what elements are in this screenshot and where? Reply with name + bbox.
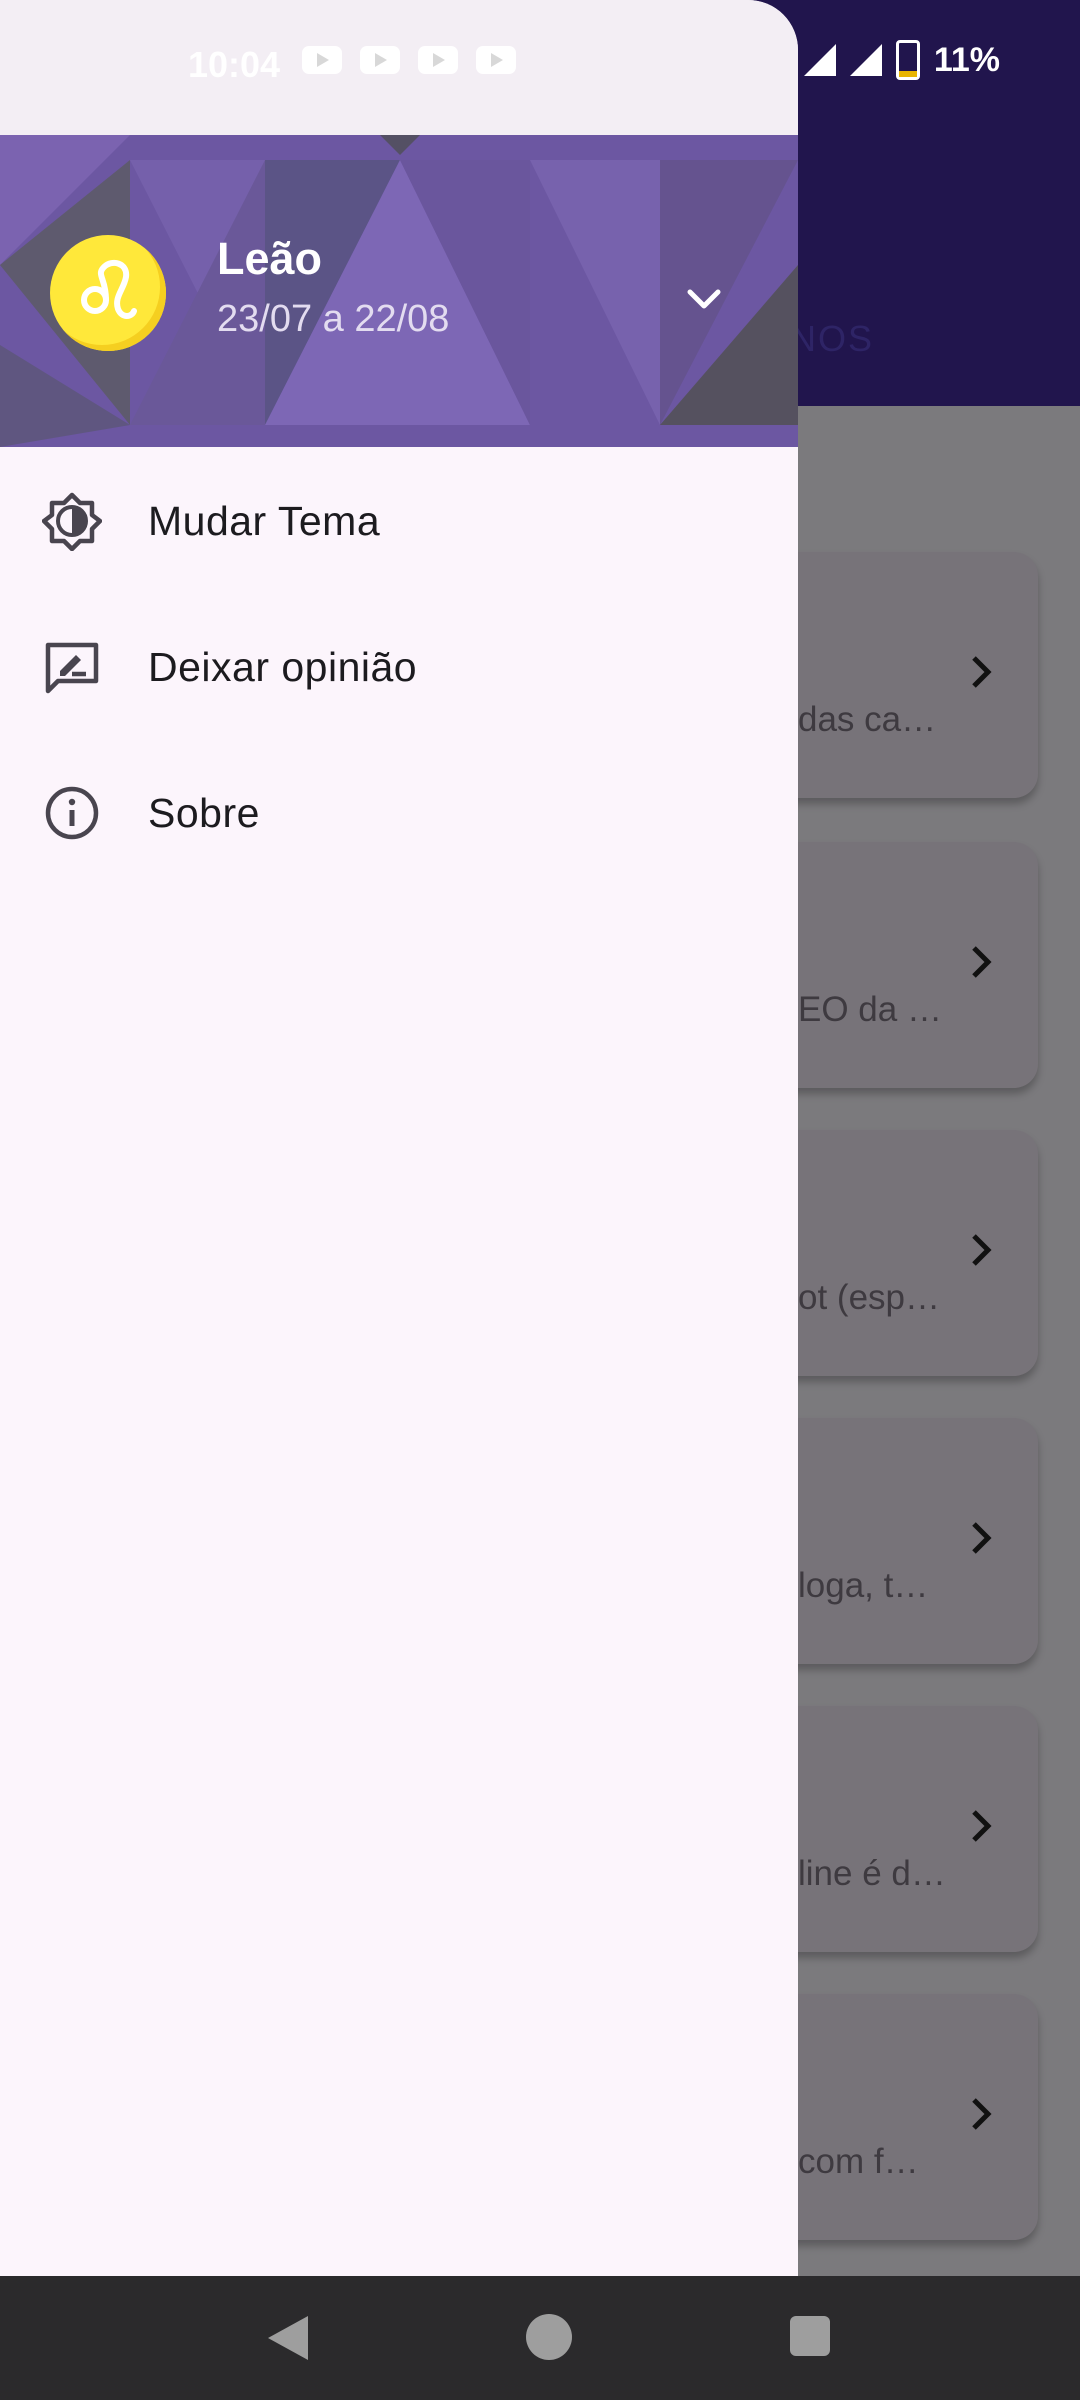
- menu-item-label: Mudar Tema: [148, 497, 381, 544]
- leo-zodiac-icon: [81, 259, 137, 319]
- recents-square-icon[interactable]: [790, 2316, 830, 2356]
- sign-dates: 23/07 a 22/08: [217, 298, 450, 340]
- menu-item-label: Deixar opinião: [148, 643, 418, 690]
- menu-item-change-theme[interactable]: Mudar Tema: [0, 448, 798, 594]
- zodiac-avatar: [50, 235, 166, 351]
- navigation-drawer: 10:04 Leão 23/07 a 22/08 Mudar Tema Deix…: [0, 0, 798, 2400]
- battery-percent: 11%: [933, 40, 1000, 79]
- menu-item-feedback[interactable]: Deixar opinião: [0, 594, 798, 740]
- status-time: 10:04: [188, 44, 281, 85]
- signal-icon: [803, 44, 836, 76]
- sign-name: Leão: [217, 233, 323, 284]
- feedback-icon: [45, 642, 99, 694]
- chevron-down-icon[interactable]: [680, 275, 728, 323]
- youtube-notification-icon: [418, 46, 458, 74]
- back-triangle-icon[interactable]: [268, 2316, 308, 2360]
- drawer-status-bar: 10:04: [0, 0, 798, 135]
- notification-icons: [302, 46, 534, 74]
- drawer-header[interactable]: Leão 23/07 a 22/08: [0, 135, 798, 447]
- battery-icon: [895, 40, 920, 80]
- youtube-notification-icon: [360, 46, 400, 74]
- youtube-notification-icon: [302, 46, 342, 74]
- home-circle-icon[interactable]: [526, 2314, 572, 2360]
- menu-item-label: Sobre: [148, 789, 260, 836]
- system-nav-bar: [0, 2276, 1080, 2400]
- brightness-theme-icon: [42, 492, 102, 551]
- menu-item-about[interactable]: Sobre: [0, 740, 798, 886]
- youtube-notification-icon: [476, 46, 516, 74]
- signal-icon: [849, 44, 882, 76]
- info-icon: [45, 786, 99, 840]
